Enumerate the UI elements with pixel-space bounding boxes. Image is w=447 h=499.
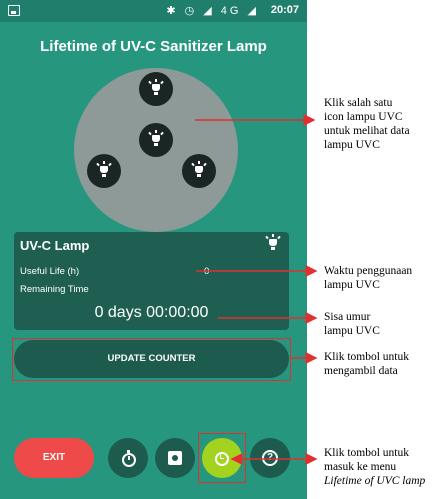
lamp-selector-circle [74, 68, 238, 232]
lamp-button-right[interactable] [182, 154, 216, 188]
status-bar: ✱ ◷ ◢ 4G ◢ 20:07 [0, 0, 307, 22]
lamp-icon [96, 161, 112, 178]
lamp-info-card: UV-C Lamp Useful Life (h) 0 Remaining Ti… [14, 232, 289, 330]
screenshot-notification-icon [8, 5, 20, 16]
stopwatch-button[interactable] [108, 438, 148, 478]
useful-life-value: 0 [204, 266, 210, 277]
help-icon: ? [262, 450, 278, 466]
help-button[interactable]: ? [250, 438, 290, 478]
lamp-button-top[interactable] [139, 72, 173, 106]
exit-button[interactable]: EXIT [14, 438, 94, 478]
annotation-usage-time: Waktu penggunaan lampu UVC [324, 265, 413, 291]
settings-icon [168, 451, 182, 465]
update-counter-button[interactable]: UPDATE COUNTER [14, 340, 289, 378]
status-indicators: ✱ ◷ ◢ 4G ◢ [166, 5, 259, 17]
lamp-icon [191, 161, 207, 178]
remaining-time-value: 0 days 00:00:00 [94, 304, 209, 321]
annotation-update-button: Klik tombol untuk mengambil data [324, 351, 409, 377]
annotation-remaining-life: Sisa umur lampu UVC [324, 311, 380, 337]
lamp-icon [148, 130, 164, 147]
app-title: Lifetime of UV-C Sanitizer Lamp [40, 38, 267, 55]
stopwatch-icon [121, 450, 136, 467]
lamp-button-left[interactable] [87, 154, 121, 188]
remaining-time-label: Remaining Time [20, 284, 89, 295]
phone-screen: ✱ ◷ ◢ 4G ◢ 20:07 Lifetime of UV-C Saniti… [0, 0, 307, 499]
lifetime-button[interactable] [202, 438, 242, 478]
status-time: 20:07 [270, 4, 299, 16]
lamp-icon [265, 234, 283, 253]
settings-button[interactable] [155, 438, 195, 478]
annotation-lamp-select: Klik salah satu icon lampu UVC untuk mel… [324, 97, 410, 151]
annotation-lifetime-menu: Klik tombol untuk masuk ke menu Lifetime… [324, 447, 426, 487]
timer-icon [214, 450, 230, 466]
lamp-button-center[interactable] [139, 123, 173, 157]
lamp-icon [148, 79, 164, 96]
card-title: UV-C Lamp [20, 238, 90, 253]
useful-life-label: Useful Life (h) [20, 266, 80, 277]
